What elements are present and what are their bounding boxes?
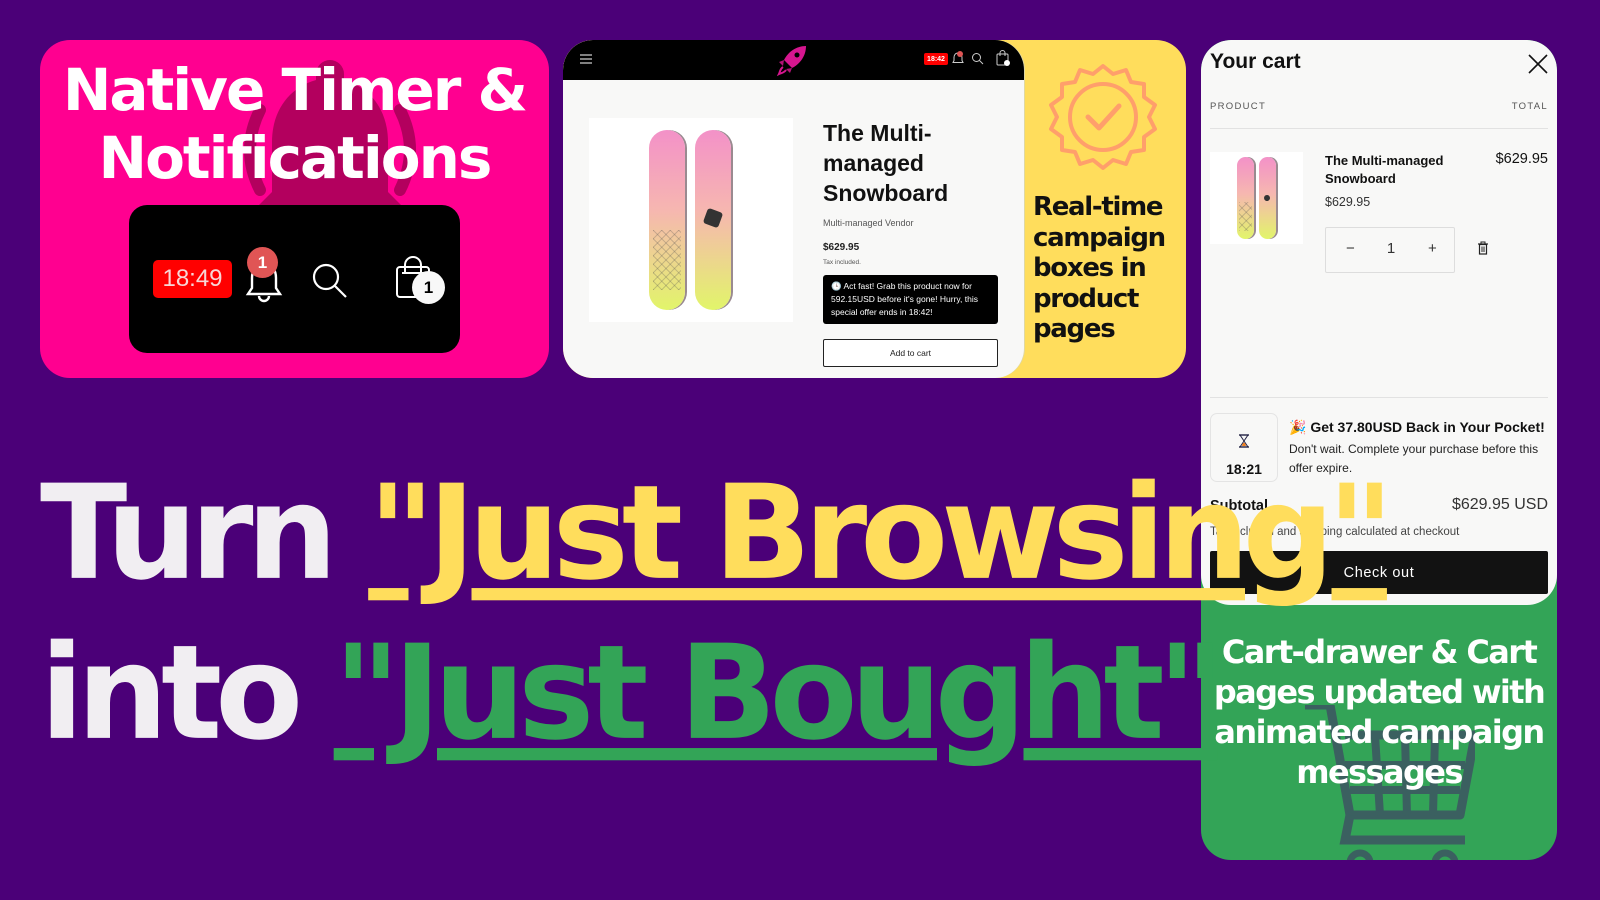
search-icon[interactable] [310, 261, 350, 301]
headline-line-2: into "Just Bought" [40, 628, 1224, 760]
countdown-timer: 18:42 [924, 53, 948, 65]
store-header-preview: 18:49 1 1 [129, 205, 460, 353]
cart-title: Your cart [1210, 50, 1301, 73]
verified-badge-icon [1049, 64, 1157, 170]
notification-count-badge: 1 [247, 247, 278, 278]
card-caption: Real-time campaign boxes in product page… [1033, 192, 1166, 344]
tax-note: Tax included. [823, 259, 861, 266]
timer-notifications-card: Native Timer & Notifications 18:49 1 1 [40, 40, 549, 378]
hourglass-icon [1239, 434, 1249, 448]
quantity-input[interactable]: 1 [1386, 240, 1396, 257]
product-vendor: Multi-managed Vendor [823, 218, 914, 228]
product-title: The Multi-managed Snowboard [823, 120, 949, 206]
trash-icon[interactable] [1477, 241, 1489, 255]
product-info: The Multi-managed Snowboard Multi-manage… [823, 118, 1003, 367]
column-header-product: PRODUCT [1210, 101, 1267, 112]
headline-prefix: into [40, 617, 334, 770]
increase-quantity-button[interactable]: + [1428, 240, 1437, 257]
cart-item-name[interactable]: The Multi-managed Snowboard [1325, 152, 1475, 188]
headline-highlight: "Just Bought" [333, 617, 1225, 770]
headline-line-1: Turn "Just Browsing" [40, 468, 1394, 600]
snowboard-image [649, 130, 685, 310]
divider [1210, 397, 1548, 398]
card-title: Native Timer & Notifications [40, 56, 549, 192]
product-price: $629.95 [823, 242, 860, 253]
shopping-bag-icon[interactable] [996, 49, 1010, 67]
close-icon[interactable] [1526, 52, 1550, 76]
cart-drawer-card: Your cart PRODUCT TOTAL The Multi-manage… [1201, 40, 1557, 860]
snowboard-image [1259, 157, 1276, 239]
subtotal-value: $629.95 USD [1451, 496, 1548, 513]
quantity-stepper: − 1 + [1325, 227, 1455, 273]
headline-prefix: Turn [40, 457, 369, 610]
snowboard-image [695, 130, 731, 310]
hamburger-menu-icon[interactable] [579, 52, 593, 66]
cart-item-unit-price: $629.95 [1325, 195, 1371, 209]
decrease-quantity-button[interactable]: − [1346, 240, 1355, 257]
product-page-preview: 18:42 The Multi-managed Snowboard Multi-… [563, 40, 1025, 378]
card-caption: Cart-drawer & Cart pages updated with an… [1213, 633, 1546, 791]
countdown-timer: 18:49 [153, 260, 232, 298]
campaign-message-box: 🕒 Act fast! Grab this product now for 59… [823, 275, 998, 324]
cart-item-total: $629.95 [1495, 151, 1548, 167]
title-line-1: Native Timer & [62, 56, 528, 124]
divider [1210, 128, 1548, 129]
search-icon[interactable] [971, 52, 984, 65]
column-header-total: TOTAL [1511, 101, 1548, 112]
campaign-title: 🎉 Get 37.80USD Back in Your Pocket! [1289, 419, 1545, 435]
cart-count-badge: 1 [412, 271, 445, 304]
bell-icon[interactable] [952, 51, 964, 65]
cart-item-image[interactable] [1210, 152, 1303, 244]
title-line-2: Notifications [98, 124, 493, 192]
headline-highlight: "Just Browsing" [368, 457, 1394, 610]
product-page-card: 18:42 The Multi-managed Snowboard Multi-… [563, 40, 1186, 378]
product-image[interactable] [589, 118, 793, 322]
add-to-cart-button[interactable]: Add to cart [823, 339, 998, 367]
snowboard-image [1237, 157, 1254, 239]
store-navbar: 18:42 [563, 40, 1024, 80]
rocket-icon[interactable] [776, 44, 810, 76]
